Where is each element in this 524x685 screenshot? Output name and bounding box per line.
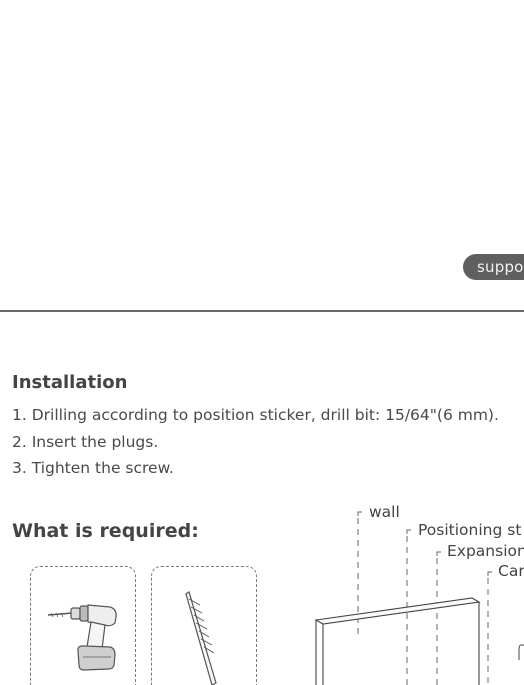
label-expansion: Expansion xyxy=(447,542,524,560)
label-car: Car xyxy=(498,562,524,580)
installation-steps: 1. Drilling according to position sticke… xyxy=(12,404,499,484)
support-button-label: suppo xyxy=(477,258,524,276)
drill-bit-icon xyxy=(185,591,217,685)
required-heading: What is required: xyxy=(12,520,199,542)
page: suppo Installation 1. Drilling according… xyxy=(0,0,524,685)
section-divider xyxy=(0,310,524,312)
drill-icon xyxy=(47,604,117,671)
tool-card-drill-bit xyxy=(151,566,257,685)
tool-card-drill xyxy=(30,566,136,685)
installation-step: 1. Drilling according to position sticke… xyxy=(12,406,499,424)
label-positioning-sticker: Positioning st xyxy=(418,521,522,539)
support-button[interactable]: suppo xyxy=(463,254,524,280)
label-wall: wall xyxy=(369,503,400,521)
installation-step: 3. Tighten the screw. xyxy=(12,459,174,477)
installation-heading: Installation xyxy=(12,372,128,393)
installation-step: 2. Insert the plugs. xyxy=(12,432,159,451)
